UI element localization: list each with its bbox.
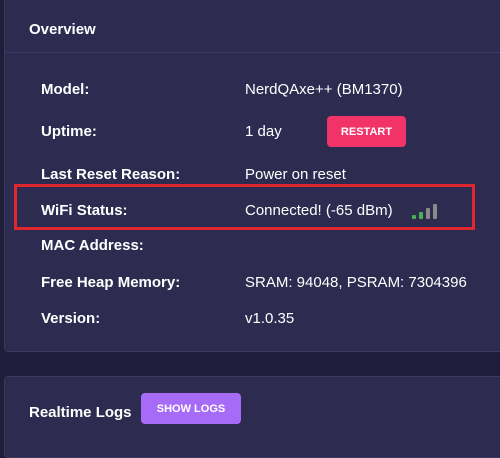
restart-button[interactable]: RESTART: [327, 116, 406, 147]
wifi-status-highlight: [14, 184, 475, 230]
overview-card: Overview Model: NerdQAxe++ (BM1370) Upti…: [4, 0, 500, 352]
last-reset-label: Last Reset Reason:: [41, 166, 181, 183]
show-logs-button[interactable]: SHOW LOGS: [141, 393, 241, 424]
version-value: v1.0.35: [245, 310, 295, 327]
model-label: Model:: [41, 81, 90, 98]
uptime-label: Uptime:: [41, 123, 97, 140]
free-heap-label: Free Heap Memory:: [41, 274, 181, 291]
last-reset-value: Power on reset: [245, 166, 346, 183]
model-value: NerdQAxe++ (BM1370): [245, 81, 403, 98]
realtime-logs-card: Realtime Logs SHOW LOGS: [4, 376, 500, 458]
overview-title: Overview: [5, 0, 500, 53]
version-label: Version:: [41, 310, 101, 327]
free-heap-value: SRAM: 94048, PSRAM: 7304396: [245, 274, 467, 291]
mac-address-label: MAC Address:: [41, 237, 144, 254]
realtime-logs-title: Realtime Logs: [29, 404, 132, 421]
uptime-value: 1 day: [245, 123, 282, 140]
